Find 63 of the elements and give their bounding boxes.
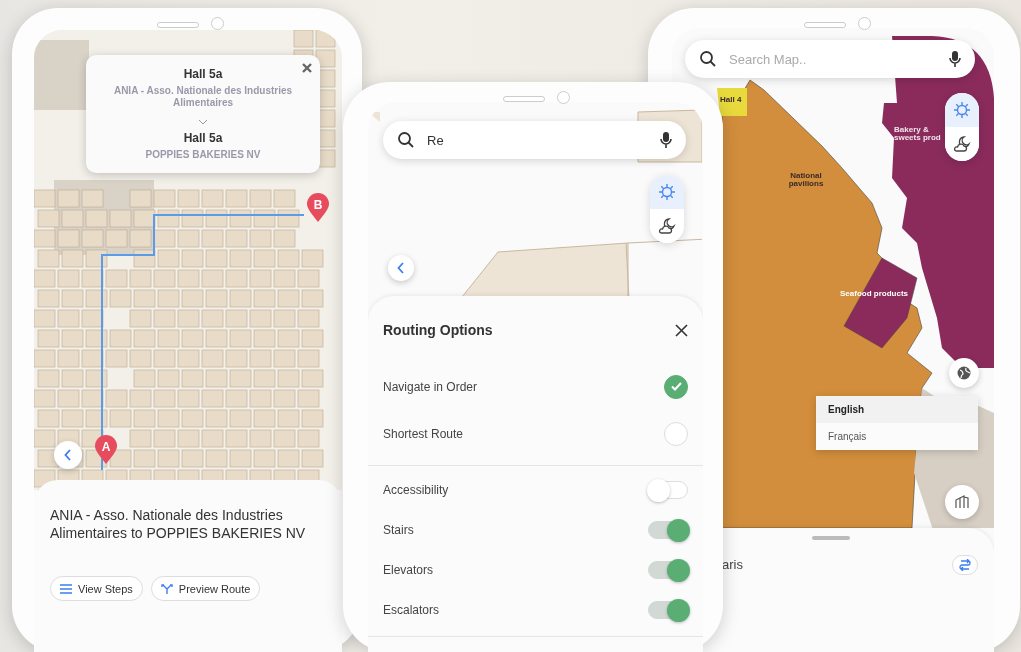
search-icon	[397, 131, 415, 149]
light-mode-button[interactable]	[945, 93, 979, 127]
close-button[interactable]	[675, 323, 688, 337]
speaker-grille	[804, 22, 846, 28]
close-icon	[302, 63, 312, 73]
search-icon	[699, 50, 717, 68]
option-label: Escalators	[383, 603, 440, 617]
search-input[interactable]: Search Map..	[727, 50, 939, 68]
route-title: ANIA - Asso. Nationale des Industries Alimentaires to POPPIES BAKERIES NV	[50, 506, 307, 542]
option-label: Stairs	[383, 523, 414, 537]
origin-name: ANIA - Asso. Nationale des Industries Alimentaires	[112, 85, 294, 109]
chevron-down-icon	[198, 119, 208, 125]
preview-route-button[interactable]: Preview Route	[150, 576, 261, 601]
dark-mode-button[interactable]	[650, 209, 684, 243]
language-option[interactable]: English	[816, 396, 978, 423]
map-pin: A	[94, 435, 118, 465]
toggle-switch[interactable]	[648, 521, 688, 539]
microphone-icon[interactable]	[949, 50, 961, 68]
back-button[interactable]	[388, 255, 414, 281]
view-steps-button[interactable]: View Steps	[50, 576, 143, 601]
destination-name: POPPIES BAKERIES NV	[145, 149, 261, 161]
moon-cloud-icon	[658, 217, 676, 235]
route-button[interactable]	[952, 555, 978, 575]
map-pin: B	[306, 193, 330, 223]
back-chevron-icon	[397, 262, 405, 274]
route-split-icon	[160, 583, 173, 594]
close-button[interactable]	[302, 61, 312, 75]
route-icon	[959, 559, 971, 571]
dark-mode-button[interactable]	[945, 127, 979, 161]
camera-lens	[211, 17, 224, 30]
microphone-icon[interactable]	[660, 131, 672, 149]
option-label: Elevators	[383, 563, 434, 577]
close-icon	[675, 323, 688, 337]
destination-hall: Hall 5a	[183, 131, 223, 145]
origin-hall: Hall 5a	[183, 67, 223, 81]
list-icon	[60, 583, 72, 594]
sheet-handle[interactable]	[812, 536, 850, 540]
check-icon	[670, 382, 682, 391]
sheet-title: Routing Options	[383, 322, 493, 338]
sun-icon	[953, 101, 971, 119]
zone-label: National pavilions	[787, 172, 825, 188]
toggle-switch[interactable]	[648, 481, 688, 499]
radio-button[interactable]	[664, 374, 688, 399]
option-label: Shortest Route	[383, 426, 464, 441]
sun-icon	[658, 183, 676, 201]
toggle-switch[interactable]	[648, 601, 688, 619]
search-field[interactable]: Search Map..	[685, 40, 975, 78]
hall-label: Hall 4	[720, 96, 742, 104]
language-option[interactable]: Français	[816, 423, 978, 450]
globe-icon	[957, 366, 971, 380]
back-chevron-icon	[64, 449, 72, 461]
moon-cloud-icon	[953, 135, 971, 153]
camera-lens	[858, 17, 871, 30]
zone-label: Bakery & sweets prod	[894, 126, 942, 142]
sheet-title: aris	[722, 557, 743, 572]
search-input[interactable]: Re	[425, 131, 650, 149]
speaker-grille	[157, 22, 199, 28]
toggle-switch[interactable]	[648, 561, 688, 579]
search-field[interactable]: Re	[383, 121, 686, 159]
zone-label: Seafood products	[840, 290, 908, 298]
building-icon	[955, 495, 969, 509]
option-label: Accessibility	[383, 483, 449, 497]
option-label: Navigate in Order	[383, 379, 478, 394]
